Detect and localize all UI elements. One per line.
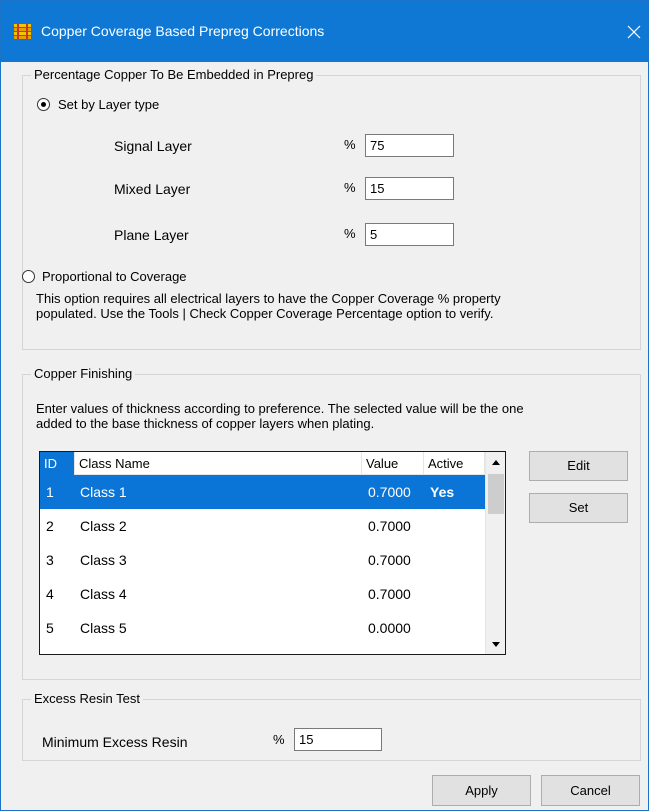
close-icon <box>627 25 641 39</box>
row-id: 5 <box>46 620 54 636</box>
set-by-layer-type-radio[interactable] <box>37 98 50 111</box>
mixed-layer-input[interactable]: 15 <box>365 177 454 200</box>
close-button[interactable] <box>619 13 649 49</box>
signal-layer-label: Signal Layer <box>114 138 192 154</box>
radio-selected-dot <box>41 102 46 107</box>
row-class-name: Class 2 <box>80 518 127 534</box>
edit-button[interactable]: Edit <box>529 451 628 481</box>
signal-layer-unit: % <box>344 137 356 152</box>
row-value: 0.7000 <box>368 586 411 602</box>
copper-finishing-group-label: Copper Finishing <box>31 366 136 381</box>
copper-class-list[interactable]: ID Class Name Value Active 1 Class 1 0.7… <box>39 451 506 655</box>
row-id: 3 <box>46 552 54 568</box>
set-by-layer-type-label[interactable]: Set by Layer type <box>58 97 159 112</box>
row-class-name: Class 3 <box>80 552 127 568</box>
row-id: 4 <box>46 586 54 602</box>
proportional-note-line-2: populated. Use the Tools | Check Copper … <box>36 306 494 321</box>
plane-layer-unit: % <box>344 226 356 241</box>
row-active: Yes <box>430 484 455 500</box>
column-header-value[interactable]: Value <box>362 452 424 475</box>
scroll-up-button[interactable] <box>486 452 505 472</box>
table-row[interactable]: 5 Class 5 0.0000 <box>40 611 485 645</box>
table-row[interactable]: 4 Class 4 0.7000 <box>40 577 485 611</box>
proportional-note-line-1: This option requires all electrical laye… <box>36 291 501 306</box>
row-id: 2 <box>46 518 54 534</box>
excess-resin-group-label: Excess Resin Test <box>31 691 143 706</box>
scroll-down-button[interactable] <box>486 634 505 654</box>
finishing-description-line-1: Enter values of thickness according to p… <box>36 401 524 416</box>
list-vertical-scrollbar[interactable] <box>485 452 505 654</box>
column-header-class-name[interactable]: Class Name <box>75 452 362 475</box>
table-row[interactable]: 3 Class 3 0.7000 <box>40 543 485 577</box>
set-button[interactable]: Set <box>529 493 628 523</box>
title-bar[interactable]: Copper Coverage Based Prepreg Correction… <box>1 1 648 62</box>
proportional-to-coverage-radio[interactable] <box>22 270 35 283</box>
table-row[interactable]: 2 Class 2 0.7000 <box>40 509 485 543</box>
proportional-to-coverage-label[interactable]: Proportional to Coverage <box>42 269 187 284</box>
window-title: Copper Coverage Based Prepreg Correction… <box>41 23 325 39</box>
scroll-up-arrow-icon <box>492 460 500 465</box>
list-header: ID Class Name Value Active <box>40 452 485 475</box>
row-class-name: Class 1 <box>80 484 127 500</box>
minimum-excess-resin-input[interactable]: 15 <box>294 728 382 751</box>
apply-button[interactable]: Apply <box>432 775 531 806</box>
prepreg-group-label: Percentage Copper To Be Embedded in Prep… <box>31 67 317 82</box>
row-id: 1 <box>46 484 54 500</box>
row-value: 0.0000 <box>368 620 411 636</box>
plane-layer-input[interactable]: 5 <box>365 223 454 246</box>
row-class-name: Class 4 <box>80 586 127 602</box>
finishing-description-line-2: added to the base thickness of copper la… <box>36 416 375 431</box>
excess-resin-unit: % <box>273 732 285 747</box>
plane-layer-label: Plane Layer <box>114 227 189 243</box>
row-value: 0.7000 <box>368 552 411 568</box>
minimum-excess-resin-label: Minimum Excess Resin <box>42 734 188 750</box>
row-class-name: Class 5 <box>80 620 127 636</box>
scroll-thumb[interactable] <box>488 474 504 514</box>
table-row[interactable]: 1 Class 1 0.7000 Yes <box>40 475 485 509</box>
column-header-id[interactable]: ID <box>40 452 75 475</box>
cancel-button[interactable]: Cancel <box>541 775 640 806</box>
mixed-layer-unit: % <box>344 180 356 195</box>
mixed-layer-label: Mixed Layer <box>114 181 191 197</box>
signal-layer-input[interactable]: 75 <box>365 134 454 157</box>
scroll-down-arrow-icon <box>492 642 500 647</box>
app-stackup-icon <box>14 24 31 39</box>
row-value: 0.7000 <box>368 484 411 500</box>
dialog-window: Copper Coverage Based Prepreg Correction… <box>0 0 649 811</box>
column-header-active[interactable]: Active <box>424 452 485 475</box>
row-value: 0.7000 <box>368 518 411 534</box>
